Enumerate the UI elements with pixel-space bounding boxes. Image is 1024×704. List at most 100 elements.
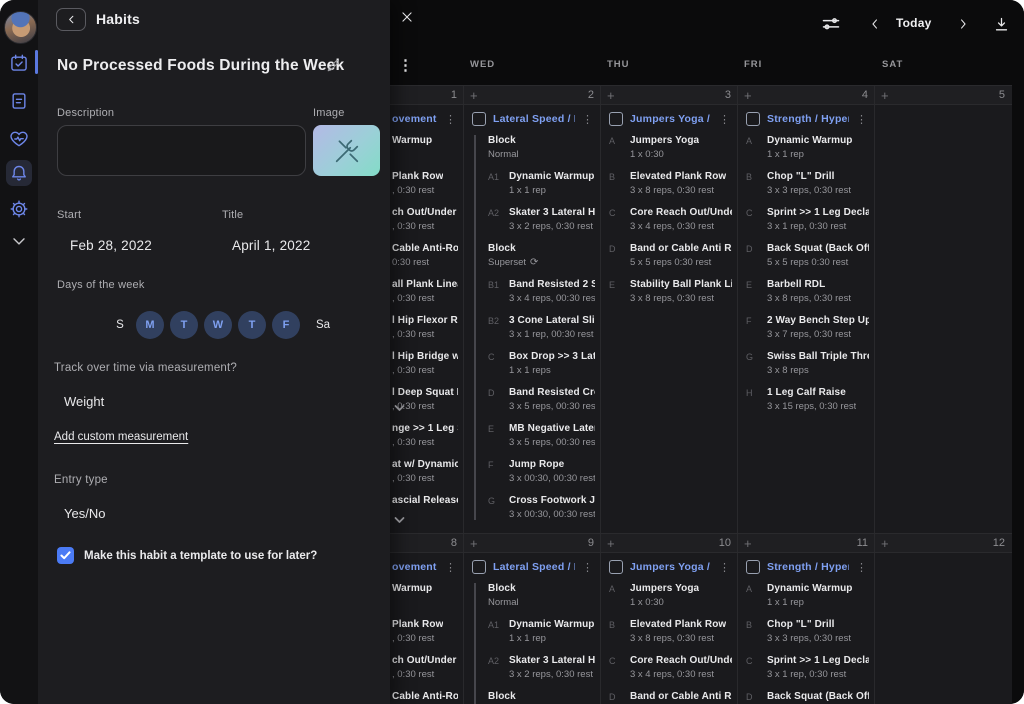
workout-card[interactable]: ovement Q...⋮WarmupPlank Row, 0:30 restc… bbox=[390, 553, 463, 704]
chevron-down-icon[interactable] bbox=[6, 228, 32, 254]
add-event-button[interactable]: + bbox=[744, 89, 752, 102]
heart-pulse-icon[interactable] bbox=[6, 126, 32, 152]
close-icon[interactable] bbox=[400, 10, 416, 26]
exercise-item[interactable]: CSprint >> 1 Leg Declarations3 x 1 rep, … bbox=[746, 207, 869, 232]
exercise-item[interactable]: CSprint >> 1 Leg Declarations3 x 1 rep, … bbox=[746, 655, 869, 680]
kebab-menu-icon[interactable]: ⋮ bbox=[719, 561, 732, 574]
exercise-item[interactable]: A2Skater 3 Lateral Hops >> ...3 x 2 reps… bbox=[488, 207, 595, 232]
end-date-value[interactable]: April 1, 2022 bbox=[232, 238, 310, 253]
exercise-item[interactable]: l Hip Flexor Rais..., 0:30 rest bbox=[392, 315, 458, 340]
add-event-button[interactable]: + bbox=[607, 537, 615, 550]
exercise-item[interactable]: AJumpers Yoga1 x 0:30 bbox=[609, 135, 732, 160]
add-event-button[interactable]: + bbox=[881, 89, 889, 102]
card-checkbox[interactable] bbox=[746, 112, 760, 126]
day-chip-s[interactable]: S bbox=[106, 311, 134, 339]
exercise-item[interactable]: BChop "L" Drill3 x 3 reps, 0:30 rest bbox=[746, 619, 869, 644]
workout-card-title[interactable]: Strength / Hypertro... bbox=[767, 561, 849, 573]
card-checkbox[interactable] bbox=[746, 560, 760, 574]
exercise-item[interactable]: Cable Anti-Rotati...0:30 rest bbox=[392, 691, 458, 704]
exercise-item[interactable]: B1Band Resisted 2 Step Late...3 x 4 reps… bbox=[488, 279, 595, 304]
kebab-menu-icon[interactable]: ⋮ bbox=[398, 56, 413, 74]
exercise-item[interactable]: DBack Squat (Back Off Set)5 x 5 reps 0:3… bbox=[746, 691, 869, 704]
day-chip-m[interactable]: M bbox=[136, 311, 164, 339]
exercise-item[interactable]: l Hip Bridge w/ ..., 0:30 rest bbox=[392, 351, 458, 376]
add-event-button[interactable]: + bbox=[881, 537, 889, 550]
measurement-select[interactable]: Weight bbox=[64, 394, 104, 409]
day-chip-t[interactable]: T bbox=[170, 311, 198, 339]
entry-type-select[interactable]: Yes/No bbox=[64, 506, 105, 521]
kebab-menu-icon[interactable]: ⋮ bbox=[445, 113, 458, 126]
chevron-down-icon[interactable] bbox=[394, 511, 405, 519]
exercise-item[interactable]: BElevated Plank Row3 x 8 reps, 0:30 rest bbox=[609, 171, 732, 196]
exercise-item[interactable]: Cable Anti-Rotati...0:30 rest bbox=[392, 243, 458, 268]
exercise-item[interactable]: BElevated Plank Row3 x 8 reps, 0:30 rest bbox=[609, 619, 732, 644]
exercise-item[interactable]: AJumpers Yoga1 x 0:30 bbox=[609, 583, 732, 608]
add-event-button[interactable]: + bbox=[470, 89, 478, 102]
card-checkbox[interactable] bbox=[609, 112, 623, 126]
exercise-item[interactable]: EStability Ball Plank Linear ...3 x 8 re… bbox=[609, 279, 732, 304]
exercise-item[interactable]: Plank Row, 0:30 rest bbox=[392, 171, 458, 196]
description-input[interactable] bbox=[57, 125, 306, 176]
exercise-item[interactable]: DBack Squat (Back Off Set)5 x 5 reps 0:3… bbox=[746, 243, 869, 268]
kebab-menu-icon[interactable]: ⋮ bbox=[582, 561, 595, 574]
kebab-menu-icon[interactable]: ⋮ bbox=[582, 113, 595, 126]
day-chip-sa[interactable]: Sa bbox=[309, 311, 337, 339]
exercise-item[interactable]: at w/ Dynamic P..., 0:30 rest bbox=[392, 459, 458, 484]
edit-pencil-icon[interactable] bbox=[326, 58, 342, 74]
day-chip-w[interactable]: W bbox=[204, 311, 232, 339]
avatar[interactable] bbox=[4, 11, 37, 44]
exercise-item[interactable]: GSwiss Ball Triple Threat3 x 8 reps bbox=[746, 351, 869, 376]
card-checkbox[interactable] bbox=[472, 560, 486, 574]
exercise-item[interactable]: BChop "L" Drill3 x 3 reps, 0:30 rest bbox=[746, 171, 869, 196]
exercise-item[interactable]: CCore Reach Out/Under3 x 4 reps, 0:30 re… bbox=[609, 207, 732, 232]
exercise-item[interactable]: ADynamic Warmup1 x 1 rep bbox=[746, 583, 869, 608]
kebab-menu-icon[interactable]: ⋮ bbox=[856, 561, 869, 574]
card-checkbox[interactable] bbox=[472, 112, 486, 126]
exercise-item[interactable]: Warmup bbox=[392, 583, 458, 608]
workout-card[interactable]: Jumpers Yoga / Core ⋮ AJumpers Yoga1 x 0:3… bbox=[601, 553, 737, 704]
download-icon[interactable] bbox=[990, 13, 1012, 35]
today-button[interactable]: Today bbox=[890, 15, 937, 31]
day-chip-t[interactable]: T bbox=[238, 311, 266, 339]
kebab-menu-icon[interactable]: ⋮ bbox=[719, 113, 732, 126]
gear-icon[interactable] bbox=[6, 196, 32, 222]
workout-card-title[interactable]: Jumpers Yoga / Core bbox=[630, 561, 712, 573]
calendar-check-icon[interactable] bbox=[6, 50, 32, 76]
exercise-item[interactable]: DBand or Cable Anti Rotati...5 x 5 reps … bbox=[609, 691, 732, 704]
add-event-button[interactable]: + bbox=[607, 89, 615, 102]
workout-card[interactable]: Strength / Hypertro... ⋮ ADynamic Warmup1 … bbox=[738, 553, 874, 704]
workout-card-title[interactable]: Strength / Hypertro... bbox=[767, 113, 849, 125]
chevron-left-icon[interactable] bbox=[864, 13, 886, 35]
exercise-item[interactable]: H1 Leg Calf Raise3 x 15 reps, 0:30 rest bbox=[746, 387, 869, 412]
exercise-item[interactable]: ADynamic Warmup1 x 1 rep bbox=[746, 135, 869, 160]
exercise-item[interactable]: ch Out/Under, 0:30 rest bbox=[392, 207, 458, 232]
workout-card-title[interactable]: Lateral Speed / Plyo bbox=[493, 561, 575, 573]
exercise-item[interactable]: nge >> 1 Leg St..., 0:30 rest bbox=[392, 423, 458, 448]
exercise-item[interactable]: EBarbell RDL3 x 8 reps, 0:30 rest bbox=[746, 279, 869, 304]
filter-sliders-icon[interactable] bbox=[820, 13, 842, 35]
exercise-item[interactable]: CBox Drop >> 3 Lateral H...1 x 1 reps bbox=[488, 351, 595, 376]
exercise-item[interactable]: ch Out/Under, 0:30 rest bbox=[392, 655, 458, 680]
document-icon[interactable] bbox=[6, 88, 32, 114]
exercise-item[interactable]: CCore Reach Out/Under3 x 4 reps, 0:30 re… bbox=[609, 655, 732, 680]
workout-card[interactable]: Strength / Hypertro...⋮ADynamic Warmup1 … bbox=[738, 105, 874, 412]
exercise-item[interactable]: EMB Negative Lateral Hop...3 x 5 reps, 0… bbox=[488, 423, 595, 448]
workout-card[interactable]: ovement Q...⋮WarmupPlank Row, 0:30 restc… bbox=[390, 105, 463, 520]
exercise-item[interactable]: DBand Resisted Crossover...3 x 5 reps, 0… bbox=[488, 387, 595, 412]
exercise-item[interactable]: GCross Footwork Jump Rope3 x 00:30, 00:3… bbox=[488, 495, 595, 520]
workout-card[interactable]: Jumpers Yoga / Core ⋮ AJumpers Yoga1 x 0:3… bbox=[601, 105, 737, 304]
bell-icon[interactable] bbox=[6, 160, 32, 186]
chevron-right-icon[interactable] bbox=[952, 13, 974, 35]
workout-card-title[interactable]: Jumpers Yoga / Core bbox=[630, 113, 712, 125]
workout-card[interactable]: Lateral Speed / Plyo⋮BlockNormalA1Dynami… bbox=[464, 105, 600, 520]
habit-image-thumbnail[interactable] bbox=[313, 125, 380, 176]
exercise-item[interactable]: DBand or Cable Anti Rotati...5 x 5 reps … bbox=[609, 243, 732, 268]
exercise-item[interactable]: B23 Cone Lateral Slide3 x 1 rep, 00:30 r… bbox=[488, 315, 595, 340]
add-event-button[interactable]: + bbox=[470, 537, 478, 550]
add-event-button[interactable]: + bbox=[744, 537, 752, 550]
workout-card-title[interactable]: Lateral Speed / Plyo bbox=[493, 113, 575, 125]
exercise-item[interactable]: A2Skater 3 Lateral Hops >> ...3 x 2 reps… bbox=[488, 655, 595, 680]
exercise-item[interactable]: A1Dynamic Warmup1 x 1 rep bbox=[488, 171, 595, 196]
workout-card-title[interactable]: ovement Q... bbox=[392, 113, 438, 125]
exercise-item[interactable]: all Plank Linear ..., 0:30 rest bbox=[392, 279, 458, 304]
